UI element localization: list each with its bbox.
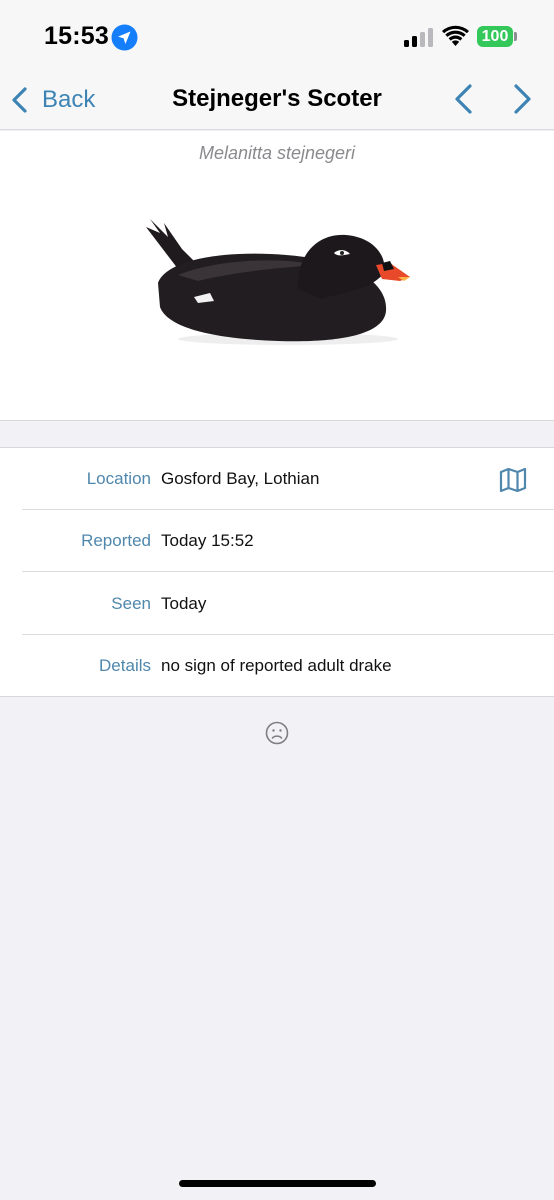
species-image-card: Melanitta stejnegeri bbox=[0, 131, 554, 421]
details-row: Details no sign of reported adult drake bbox=[0, 635, 554, 697]
previous-sighting-button[interactable] bbox=[452, 83, 474, 115]
location-value: Gosford Bay, Lothian bbox=[161, 469, 320, 488]
location-label: Location bbox=[86, 469, 151, 488]
battery-icon: 100 bbox=[477, 26, 513, 47]
battery-tip bbox=[514, 32, 517, 41]
reported-value: Today 15:52 bbox=[161, 531, 254, 550]
battery-level: 100 bbox=[481, 27, 509, 45]
seen-value: Today bbox=[161, 594, 207, 613]
map-icon[interactable] bbox=[499, 467, 527, 493]
seen-row: Seen Today bbox=[0, 573, 554, 635]
status-bar: 15:53 100 bbox=[0, 0, 554, 72]
reported-label: Reported bbox=[81, 531, 151, 550]
next-sighting-button[interactable] bbox=[512, 83, 534, 115]
seen-label: Seen bbox=[111, 594, 151, 613]
details-value: no sign of reported adult drake bbox=[161, 656, 392, 675]
row-divider bbox=[22, 571, 554, 572]
sighting-details-table: Location Gosford Bay, Lothian Reported T… bbox=[0, 447, 554, 697]
wifi-icon bbox=[442, 25, 469, 46]
cellular-signal-icon bbox=[404, 28, 433, 47]
scoter-duck-illustration bbox=[146, 219, 410, 345]
reported-row: Reported Today 15:52 bbox=[0, 510, 554, 572]
navigation-bar: Back Stejneger's Scoter bbox=[0, 72, 554, 130]
scientific-name: Melanitta stejnegeri bbox=[198, 143, 356, 163]
location-row: Location Gosford Bay, Lothian bbox=[0, 448, 554, 510]
sad-face-icon[interactable] bbox=[265, 721, 289, 745]
home-indicator bbox=[179, 1180, 376, 1187]
location-arrow-icon bbox=[111, 24, 138, 51]
status-time: 15:53 bbox=[44, 22, 109, 50]
details-label: Details bbox=[99, 656, 151, 675]
